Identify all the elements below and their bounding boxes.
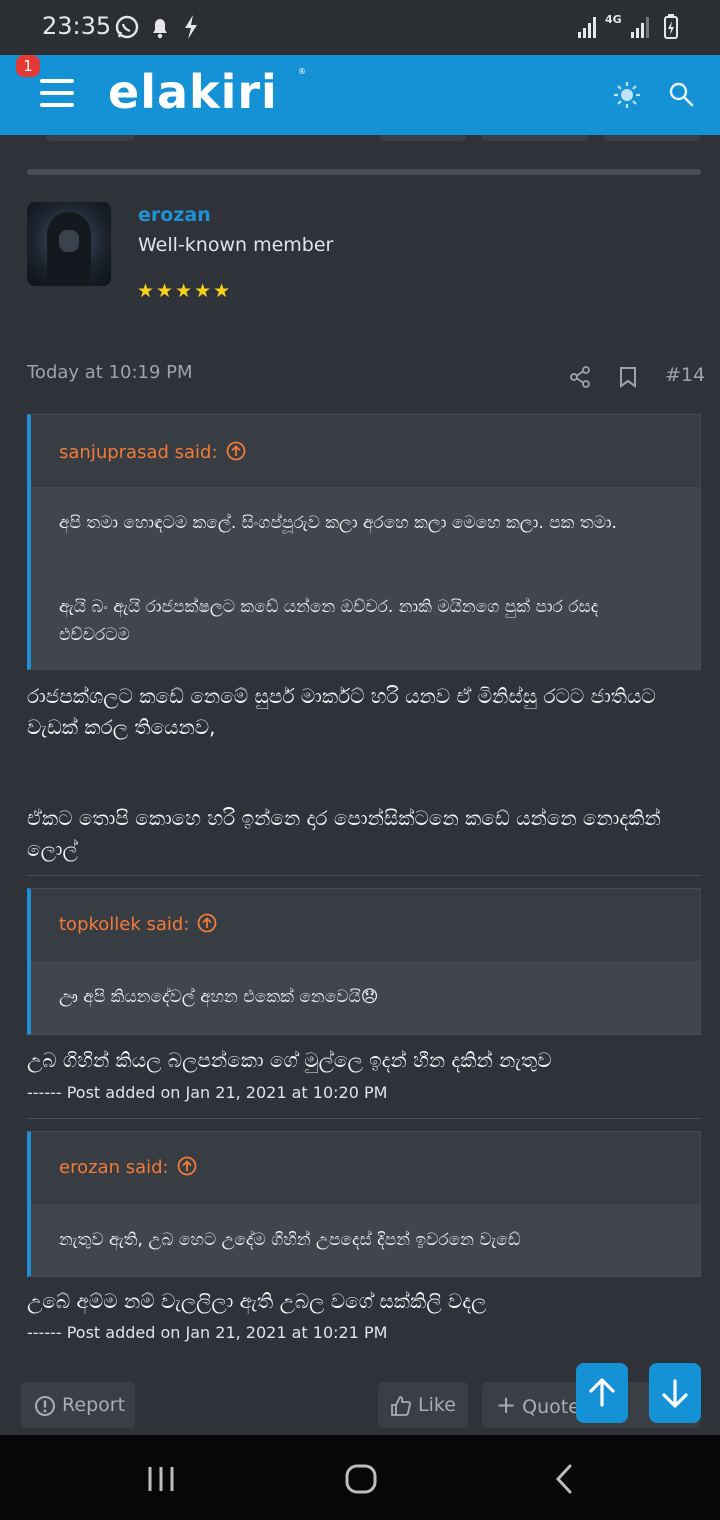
post-divider bbox=[27, 169, 701, 175]
whatsapp-icon bbox=[115, 15, 139, 39]
quote-body: අපි තමා හොඳටම කලේ. සිංගප්පූරුව කලා අරහෙ … bbox=[31, 487, 700, 669]
arrow-up-circle-icon[interactable] bbox=[226, 441, 246, 461]
thumbs-up-icon bbox=[391, 1395, 411, 1416]
quote-block: sanjuprasad said: අපි තමා හොඳටම කලේ. සිං… bbox=[27, 414, 701, 670]
battery-charging-icon bbox=[664, 14, 678, 39]
quote-block: topkollek said: ඌ අපි කියනදේවල් අහන එකෙක… bbox=[27, 888, 701, 1035]
site-logo[interactable]: elakiri bbox=[108, 65, 278, 119]
share-icon[interactable] bbox=[569, 366, 591, 388]
quote-body: නැතුව ඇති, උබ හෙට උදේම ගිහින් උපදෙස් දිප… bbox=[31, 1204, 700, 1276]
quote-block: erozan said: නැතුව ඇති, උබ හෙට උදේම ගිහි… bbox=[27, 1131, 701, 1277]
android-navigation-bar bbox=[0, 1435, 720, 1520]
menu-icon[interactable] bbox=[40, 79, 74, 109]
theme-toggle-icon[interactable] bbox=[613, 81, 641, 109]
quote-body: ඌ අපි කියනදේවල් අහන එකෙක් නෙවෙයි😞 bbox=[31, 961, 700, 1034]
post-message-text: ඒකට තොපි කොහෙ හරි ඉන්නෙ දාර පොන්සික්ටනෙ … bbox=[27, 806, 661, 861]
plus-icon: + bbox=[496, 1391, 517, 1419]
like-label: Like bbox=[418, 1394, 456, 1416]
lightning-icon bbox=[185, 15, 197, 39]
quote-text: නැතුව ඇති, උබ හෙට උදේම ගිහින් උපදෙස් දිප… bbox=[59, 1230, 521, 1250]
scroll-to-bottom-button[interactable] bbox=[649, 1363, 701, 1423]
recent-apps-icon[interactable] bbox=[146, 1465, 176, 1493]
report-label: Report bbox=[62, 1394, 126, 1416]
quote-author[interactable]: erozan said: bbox=[59, 1156, 197, 1178]
separator bbox=[27, 875, 701, 876]
4g-icon: 4G bbox=[605, 13, 622, 26]
site-header: 1 elakiri ® bbox=[0, 55, 720, 135]
status-time: 23:35 bbox=[42, 12, 112, 40]
post-date[interactable]: Today at 10:19 PM bbox=[27, 362, 193, 383]
user-rating-stars: ★★★★★ bbox=[137, 280, 233, 302]
quote-text: අපි තමා හොඳටම කලේ. සිංගප්පූරුව කලා අරහෙ … bbox=[59, 513, 617, 533]
signal-icon bbox=[631, 17, 649, 38]
arrow-down-icon bbox=[662, 1379, 688, 1408]
signal-icon bbox=[578, 17, 596, 38]
back-icon[interactable] bbox=[552, 1463, 576, 1495]
arrow-up-circle-icon[interactable] bbox=[177, 1156, 197, 1176]
bookmark-icon[interactable] bbox=[618, 366, 638, 388]
arrow-up-circle-icon[interactable] bbox=[197, 913, 217, 933]
notification-bell-icon bbox=[153, 19, 167, 39]
post-added-note: ------ Post added on Jan 21, 2021 at 10:… bbox=[27, 1083, 388, 1102]
warning-circle-icon bbox=[35, 1395, 55, 1416]
quote-author[interactable]: sanjuprasad said: bbox=[59, 441, 246, 463]
report-button[interactable]: Report bbox=[21, 1382, 135, 1428]
user-title: Well-known member bbox=[138, 234, 334, 256]
arrow-up-icon bbox=[589, 1378, 615, 1407]
post-message-text: රාජපක්ශලට කඩේ නෙමේ සුපර් මාර්කට් හරි යනව… bbox=[27, 684, 656, 739]
post-number[interactable]: #14 bbox=[665, 364, 705, 386]
quote-author[interactable]: topkollek said: bbox=[59, 913, 217, 935]
search-icon[interactable] bbox=[668, 81, 694, 107]
like-button[interactable]: Like bbox=[378, 1382, 468, 1428]
separator bbox=[27, 1118, 701, 1119]
avatar[interactable] bbox=[27, 202, 111, 286]
quote-text: ඌ අපි කියනදේවල් අහන එකෙක් නෙවෙයි😞 bbox=[59, 987, 379, 1007]
quote-label: Quote bbox=[522, 1396, 580, 1418]
post-author[interactable]: erozan bbox=[138, 204, 211, 226]
logo-trademark: ® bbox=[298, 67, 306, 76]
notification-badge[interactable]: 1 bbox=[16, 55, 40, 77]
scroll-to-top-button[interactable] bbox=[576, 1363, 628, 1423]
post-added-note: ------ Post added on Jan 21, 2021 at 10:… bbox=[27, 1323, 388, 1342]
thread-content: erozan Well-known member ★★★★★ Today at … bbox=[0, 135, 720, 1435]
status-bar: 23:35 4G bbox=[0, 0, 720, 55]
post-message-text: උබේ අම්ම නම් වැලලිලා ඇති උබල වගේ සක්කිලි… bbox=[27, 1289, 487, 1313]
home-icon[interactable] bbox=[344, 1463, 378, 1495]
quote-text: ඇයි බං ඇයි රාජපක්ෂලට කඩේ යන්නෙ ඔච්චර. නා… bbox=[59, 597, 599, 645]
post-message-text: උබ ගිහින් කියල බලපන්කො ගේ මුල්ලෙ ඉදන් හී… bbox=[27, 1048, 552, 1072]
